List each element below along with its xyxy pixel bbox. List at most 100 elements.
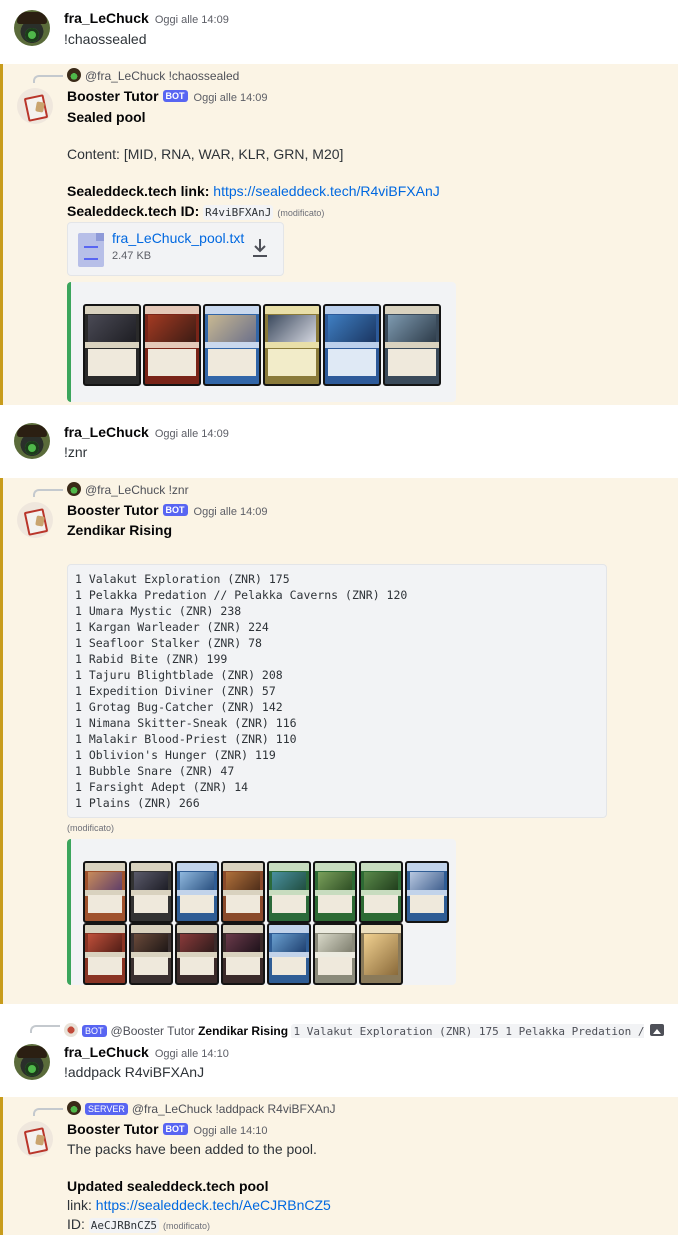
timestamp: Oggi alle 14:09 bbox=[154, 428, 229, 440]
reply-connector bbox=[33, 75, 63, 83]
username-text[interactable]: Booster Tutor bbox=[67, 88, 159, 104]
card-image[interactable] bbox=[383, 304, 441, 386]
username-text[interactable]: fra_LeChuck bbox=[64, 424, 149, 440]
card-image[interactable] bbox=[175, 861, 219, 923]
card-image[interactable] bbox=[175, 923, 219, 985]
message-content: !addpack R4viBFXAnJ bbox=[64, 1064, 205, 1080]
message-2: @fra_LeChuck !chaossealed Booster Tutor B… bbox=[0, 64, 678, 405]
card-image[interactable] bbox=[129, 861, 173, 923]
username[interactable]: fra_LeChuck Oggi alle 14:09 bbox=[64, 10, 229, 26]
sealeddeck-link[interactable]: https://sealeddeck.tech/AeCJRBnCZ5 bbox=[96, 1197, 331, 1213]
reply-preview[interactable]: SERVER @fra_LeChuck !addpack R4viBFXAnJ bbox=[67, 1101, 336, 1116]
username[interactable]: Booster Tutor BOT Oggi alle 14:09 bbox=[67, 88, 268, 104]
username-text[interactable]: fra_LeChuck bbox=[64, 10, 149, 26]
card-image[interactable] bbox=[313, 861, 357, 923]
timestamp: Oggi alle 14:09 bbox=[193, 506, 268, 518]
card-image[interactable] bbox=[221, 861, 265, 923]
file-attachment[interactable]: fra_LeChuck_pool.txt 2.47 KB bbox=[67, 222, 284, 276]
message-3: fra_LeChuck Oggi alle 14:09 !znr bbox=[0, 413, 678, 475]
title-text: Zendikar Rising bbox=[67, 522, 173, 538]
message-content: !znr bbox=[64, 444, 88, 460]
timestamp: Oggi alle 14:10 bbox=[154, 1048, 229, 1060]
card-image-embed[interactable] bbox=[67, 839, 456, 985]
card-image[interactable] bbox=[221, 923, 265, 985]
link-label: Sealeddeck.tech link: bbox=[67, 183, 210, 199]
reply-connector bbox=[33, 489, 63, 497]
bot-badge: BOT bbox=[82, 1025, 107, 1037]
link-label: link: bbox=[67, 1197, 92, 1213]
message-1: fra_LeChuck Oggi alle 14:09 !chaossealed bbox=[0, 0, 678, 60]
code-line: 1 Tajuru Blightblade (ZNR) 208 bbox=[75, 668, 283, 682]
reply-avatar bbox=[67, 1101, 81, 1115]
username-text[interactable]: fra_LeChuck bbox=[64, 1044, 149, 1060]
file-size: 2.47 KB bbox=[112, 250, 152, 262]
avatar[interactable] bbox=[17, 88, 53, 124]
card-image[interactable] bbox=[83, 923, 127, 985]
code-line: 1 Seafloor Stalker (ZNR) 78 bbox=[75, 636, 262, 650]
code-line: 1 Umara Mystic (ZNR) 238 bbox=[75, 604, 242, 618]
reply-preview[interactable]: @fra_LeChuck !chaossealed bbox=[67, 68, 239, 83]
edited-tag: (modificato) bbox=[277, 208, 325, 218]
avatar[interactable] bbox=[14, 10, 50, 46]
card-image-embed[interactable] bbox=[67, 282, 456, 402]
card-image[interactable] bbox=[359, 861, 403, 923]
card-image[interactable] bbox=[83, 304, 141, 386]
card-image[interactable] bbox=[267, 923, 311, 985]
edited-tag: (modificato) bbox=[163, 1221, 211, 1231]
link-line: link: https://sealeddeck.tech/AeCJRBnCZ5 bbox=[67, 1197, 331, 1213]
message-5: BOT @Booster Tutor Zendikar Rising 1 Vala… bbox=[0, 1014, 678, 1094]
reply-mention[interactable]: @Booster Tutor bbox=[111, 1024, 195, 1038]
link-line: Sealeddeck.tech link: https://sealeddeck… bbox=[67, 183, 440, 199]
timestamp: Oggi alle 14:09 bbox=[193, 92, 268, 104]
card-image[interactable] bbox=[83, 861, 127, 923]
card-image[interactable] bbox=[267, 861, 311, 923]
code-line: 1 Plains (ZNR) 266 bbox=[75, 796, 200, 810]
reply-preview[interactable]: BOT @Booster Tutor Zendikar Rising 1 Vala… bbox=[64, 1023, 644, 1038]
id-line: ID: AeCJRBnCZ5 (modificato) bbox=[67, 1216, 211, 1233]
reply-preview[interactable]: @fra_LeChuck !znr bbox=[67, 482, 189, 497]
username[interactable]: fra_LeChuck Oggi alle 14:09 bbox=[64, 424, 229, 440]
card-image[interactable] bbox=[129, 923, 173, 985]
card-image[interactable] bbox=[313, 923, 357, 985]
avatar[interactable] bbox=[17, 1121, 53, 1157]
sealeddeck-link[interactable]: https://sealeddeck.tech/R4viBFXAnJ bbox=[213, 183, 439, 199]
id-value: R4viBFXAnJ bbox=[203, 205, 274, 220]
reply-code: 1 Valakut Exploration (ZNR) 175 1 Pelakk… bbox=[291, 1024, 644, 1038]
server-badge: SERVER bbox=[85, 1103, 128, 1115]
username-text[interactable]: Booster Tutor bbox=[67, 502, 159, 518]
card-image[interactable] bbox=[203, 304, 261, 386]
reply-mention[interactable]: @fra_LeChuck bbox=[85, 483, 165, 497]
username-text[interactable]: Booster Tutor bbox=[67, 1121, 159, 1137]
code-line: 1 Pelakka Predation // Pelakka Caverns (… bbox=[75, 588, 408, 602]
username[interactable]: Booster Tutor BOT Oggi alle 14:09 bbox=[67, 502, 268, 518]
message-title: Updated sealeddeck.tech pool bbox=[67, 1178, 269, 1194]
code-line: 1 Farsight Adept (ZNR) 14 bbox=[75, 780, 249, 794]
reply-avatar bbox=[64, 1023, 78, 1037]
id-label: Sealeddeck.tech ID: bbox=[67, 203, 200, 219]
reply-avatar bbox=[67, 68, 81, 82]
card-image[interactable] bbox=[359, 923, 403, 985]
card-image[interactable] bbox=[143, 304, 201, 386]
username[interactable]: Booster Tutor BOT Oggi alle 14:10 bbox=[67, 1121, 268, 1137]
decklist-codeblock: 1 Valakut Exploration (ZNR) 175 1 Pelakk… bbox=[67, 564, 607, 818]
avatar[interactable] bbox=[17, 502, 53, 538]
avatar[interactable] bbox=[14, 423, 50, 459]
code-line: 1 Rabid Bite (ZNR) 199 bbox=[75, 652, 228, 666]
message-content: The packs have been added to the pool. bbox=[67, 1141, 317, 1157]
bot-badge: BOT bbox=[162, 504, 188, 516]
message-4: @fra_LeChuck !znr Booster Tutor BOT Oggi a… bbox=[0, 478, 678, 1004]
title-text: Updated sealeddeck.tech pool bbox=[67, 1178, 269, 1194]
code-line: 1 Kargan Warleader (ZNR) 224 bbox=[75, 620, 269, 634]
card-image[interactable] bbox=[405, 861, 449, 923]
card-image[interactable] bbox=[323, 304, 381, 386]
avatar[interactable] bbox=[14, 1044, 50, 1080]
reply-mention[interactable]: @fra_LeChuck bbox=[132, 1102, 212, 1116]
code-line: 1 Oblivion's Hunger (ZNR) 119 bbox=[75, 748, 276, 762]
username[interactable]: fra_LeChuck Oggi alle 14:10 bbox=[64, 1044, 229, 1060]
download-icon[interactable] bbox=[251, 237, 269, 259]
reply-connector bbox=[33, 1108, 63, 1116]
card-image[interactable] bbox=[263, 304, 321, 386]
reply-mention[interactable]: @fra_LeChuck bbox=[85, 69, 165, 83]
file-name[interactable]: fra_LeChuck_pool.txt bbox=[112, 230, 244, 246]
reply-bold: Zendikar Rising bbox=[198, 1024, 289, 1038]
